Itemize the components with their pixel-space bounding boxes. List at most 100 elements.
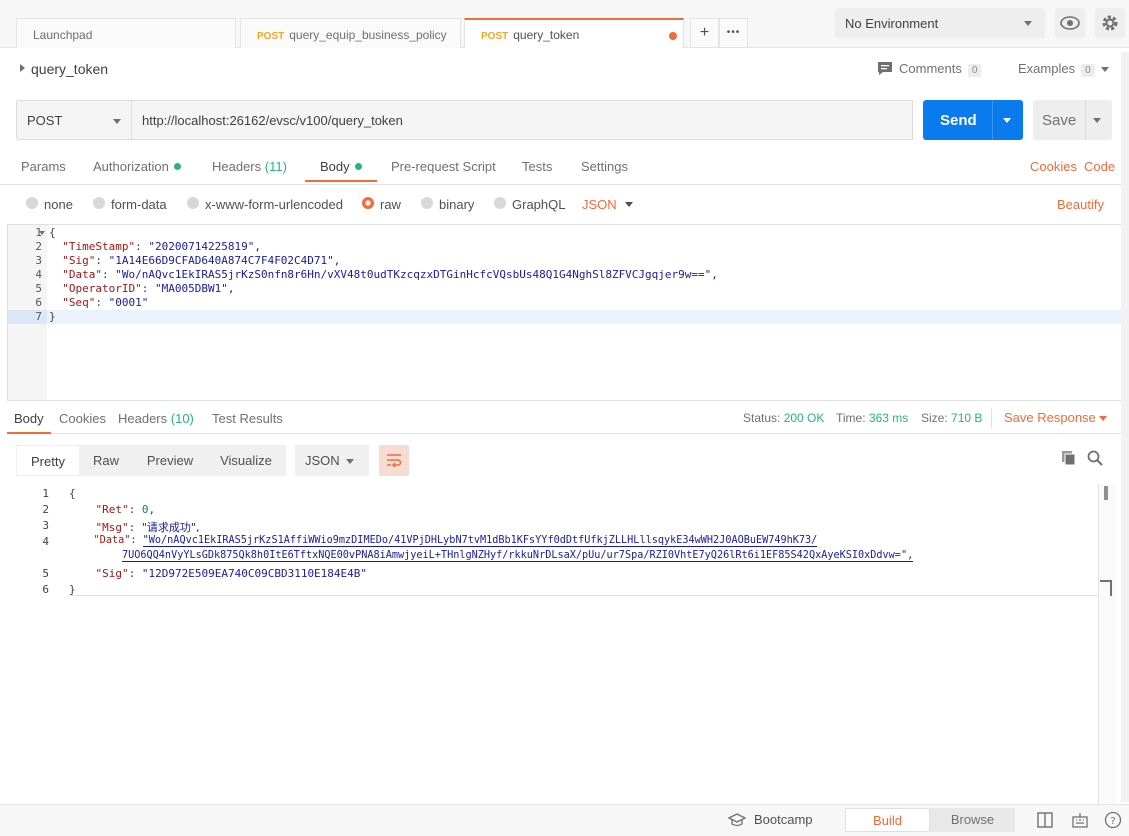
json-key: "Ret": [95, 503, 129, 516]
send-button[interactable]: Send: [923, 100, 1023, 140]
radio-form-data[interactable]: [93, 197, 105, 209]
view-preview-button[interactable]: Preview: [140, 445, 200, 476]
two-pane-icon[interactable]: [1037, 812, 1053, 828]
code-line: {: [69, 487, 76, 500]
radio-graphql[interactable]: [494, 197, 506, 209]
json-value: "MA005DBW1",: [154, 282, 235, 295]
comments-button[interactable]: Comments 0: [877, 61, 982, 77]
search-icon[interactable]: [1087, 450, 1103, 466]
tab-options-button[interactable]: •••: [719, 18, 748, 48]
tab-body[interactable]: Body: [320, 159, 362, 174]
code-line: "Ret": 0,: [95, 503, 156, 516]
tab-query-token[interactable]: POST query_token: [464, 18, 684, 48]
view-label: Visualize: [220, 453, 272, 468]
response-scrollbar[interactable]: [1098, 484, 1116, 804]
tab-label: Body: [320, 159, 350, 174]
examples-count: 0: [1081, 64, 1095, 77]
environment-value: No Environment: [845, 16, 939, 31]
code-line: "Sig": "12D972E509EA740C09CBD3110E184E4B…: [95, 567, 368, 580]
url-input[interactable]: http://localhost:26162/evsc/v100/query_t…: [131, 100, 913, 140]
body-format-value: JSON: [582, 197, 617, 212]
help-icon[interactable]: ?: [1104, 811, 1122, 829]
resp-tab-body[interactable]: Body: [14, 411, 44, 426]
line-number: 3: [42, 519, 49, 532]
page-scrollbar[interactable]: [1121, 52, 1129, 802]
line-number: 2: [35, 240, 42, 253]
save-button[interactable]: Save: [1033, 100, 1112, 140]
line-number: 4: [35, 268, 42, 281]
tab-pre-request-script[interactable]: Pre-request Script: [391, 159, 496, 174]
tab-settings[interactable]: Settings: [581, 159, 628, 174]
json-value: "20200714225819",: [148, 240, 261, 253]
chevron-down-icon: [1101, 67, 1109, 72]
tab-tests[interactable]: Tests: [522, 159, 552, 174]
line-number: 6: [35, 296, 42, 309]
json-value: "Wo/nAQvc1EkIRAS5jrKzS1AffiWWio9mzDIMEDo…: [142, 535, 818, 547]
cookies-link[interactable]: Cookies: [1030, 159, 1077, 174]
tab-authorization[interactable]: Authorization: [93, 159, 181, 174]
code-line-wrapped: 7UO6QQ4nVyYLsGDk875Qk8h0ItE6TftxNQE00vPN…: [122, 550, 914, 562]
copy-icon[interactable]: [1061, 450, 1077, 466]
radio-raw[interactable]: [362, 197, 374, 209]
save-response-button[interactable]: Save Response: [1004, 410, 1107, 425]
body-format-select[interactable]: JSON: [582, 197, 633, 212]
manage-environments-button[interactable]: [1095, 8, 1125, 38]
bootcamp-label: Bootcamp: [754, 812, 813, 827]
view-raw-button[interactable]: Raw: [84, 445, 128, 476]
resp-tab-cookies[interactable]: Cookies: [59, 411, 106, 426]
chevron-down-icon[interactable]: [1003, 118, 1011, 123]
request-body-editor[interactable]: 1 { 2 "TimeStamp": "20200714225819", 3 "…: [7, 224, 1123, 401]
new-tab-button[interactable]: +: [690, 18, 719, 48]
time-value: 363 ms: [868, 411, 909, 425]
svg-text:?: ?: [1110, 816, 1115, 827]
environment-quick-look-button[interactable]: [1055, 8, 1085, 38]
environment-select[interactable]: No Environment: [835, 8, 1045, 38]
tab-label: Params: [21, 159, 66, 174]
code-line: }: [49, 310, 56, 323]
view-pretty-button[interactable]: Pretty: [16, 445, 80, 476]
radio-x-www-form-urlencoded[interactable]: [187, 197, 199, 209]
code-line: "TimeStamp": "20200714225819",: [62, 240, 261, 253]
json-value: "0001": [108, 296, 149, 309]
gear-icon: [1102, 15, 1118, 31]
tab-query-equip-business-policy[interactable]: POST query_equip_business_policy: [240, 18, 461, 48]
json-key: "TimeStamp": [62, 240, 136, 253]
build-mode-button[interactable]: Build: [845, 808, 930, 832]
radio-label-raw: raw: [380, 197, 401, 212]
radio-binary[interactable]: [421, 197, 433, 209]
beautify-link[interactable]: Beautify: [1057, 197, 1104, 212]
request-title[interactable]: query_token: [20, 61, 108, 77]
bootcamp-button[interactable]: Bootcamp: [727, 812, 813, 827]
active-line-highlight: [8, 310, 1122, 324]
save-divider: [1085, 100, 1086, 140]
request-name: query_token: [31, 61, 109, 77]
tab-params[interactable]: Params: [21, 159, 66, 174]
tab-launchpad[interactable]: Launchpad: [16, 18, 236, 48]
method-select[interactable]: POST: [16, 100, 132, 140]
browse-mode-button[interactable]: Browse: [930, 808, 1015, 832]
divider: [991, 408, 992, 428]
response-body-viewer[interactable]: 1 { 2 "Ret": 0, 3 "Msg": "请求成功", 4 "Data…: [7, 484, 1123, 804]
unsaved-dot: [669, 32, 677, 40]
json-key: "OperatorID": [62, 282, 142, 295]
resp-tab-test-results[interactable]: Test Results: [212, 411, 283, 426]
chevron-down-icon[interactable]: [1093, 118, 1101, 123]
fold-icon[interactable]: [39, 231, 45, 235]
tab-headers[interactable]: Headers (11): [212, 159, 287, 174]
view-visualize-button[interactable]: Visualize: [212, 445, 280, 476]
json-key: "Sig": [95, 567, 129, 580]
size-value: 710 B: [951, 411, 983, 425]
size-info: Size: 710 B: [921, 411, 982, 425]
scroll-thumb[interactable]: [1104, 486, 1108, 500]
keyboard-shortcuts-icon[interactable]: [1072, 812, 1088, 829]
graduation-cap-icon: [727, 813, 747, 827]
resp-tab-headers[interactable]: Headers (10): [118, 411, 194, 426]
json-key: "Seq": [62, 296, 96, 309]
examples-button[interactable]: Examples 0: [1018, 61, 1109, 77]
radio-none[interactable]: [26, 197, 38, 209]
json-value: 7UO6QQ4nVyYLsGDk875Qk8h0ItE6TftxNQE00vPN…: [122, 550, 914, 562]
response-format-select[interactable]: JSON: [295, 445, 369, 476]
save-label: Save: [1042, 112, 1077, 129]
code-link[interactable]: Code: [1084, 159, 1115, 174]
wrap-lines-button[interactable]: [379, 445, 409, 476]
